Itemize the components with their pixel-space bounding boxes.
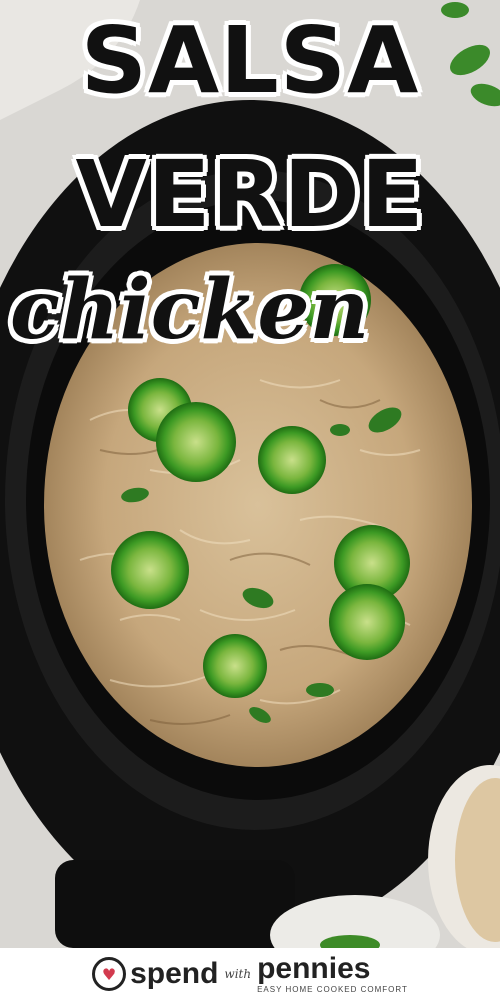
title-line-chicken: chicken xyxy=(10,262,370,358)
brand-footer: ♥ spend with pennies EASY HOME COOKED CO… xyxy=(0,948,500,1000)
penny-heart-icon: ♥ xyxy=(92,957,127,991)
title-line-verde: VERDE xyxy=(75,141,425,248)
brand-word-spend: spend xyxy=(130,957,219,990)
title-line-salsa: SALSA xyxy=(80,7,420,114)
slow-cooker-base xyxy=(55,860,295,948)
brand-logo[interactable]: ♥ spend with pennies EASY HOME COOKED CO… xyxy=(92,954,408,994)
brand-word-pennies: pennies xyxy=(257,952,371,985)
brand-tagline: EASY HOME COOKED COMFORT xyxy=(257,985,408,994)
brand-connector: with xyxy=(224,967,252,981)
